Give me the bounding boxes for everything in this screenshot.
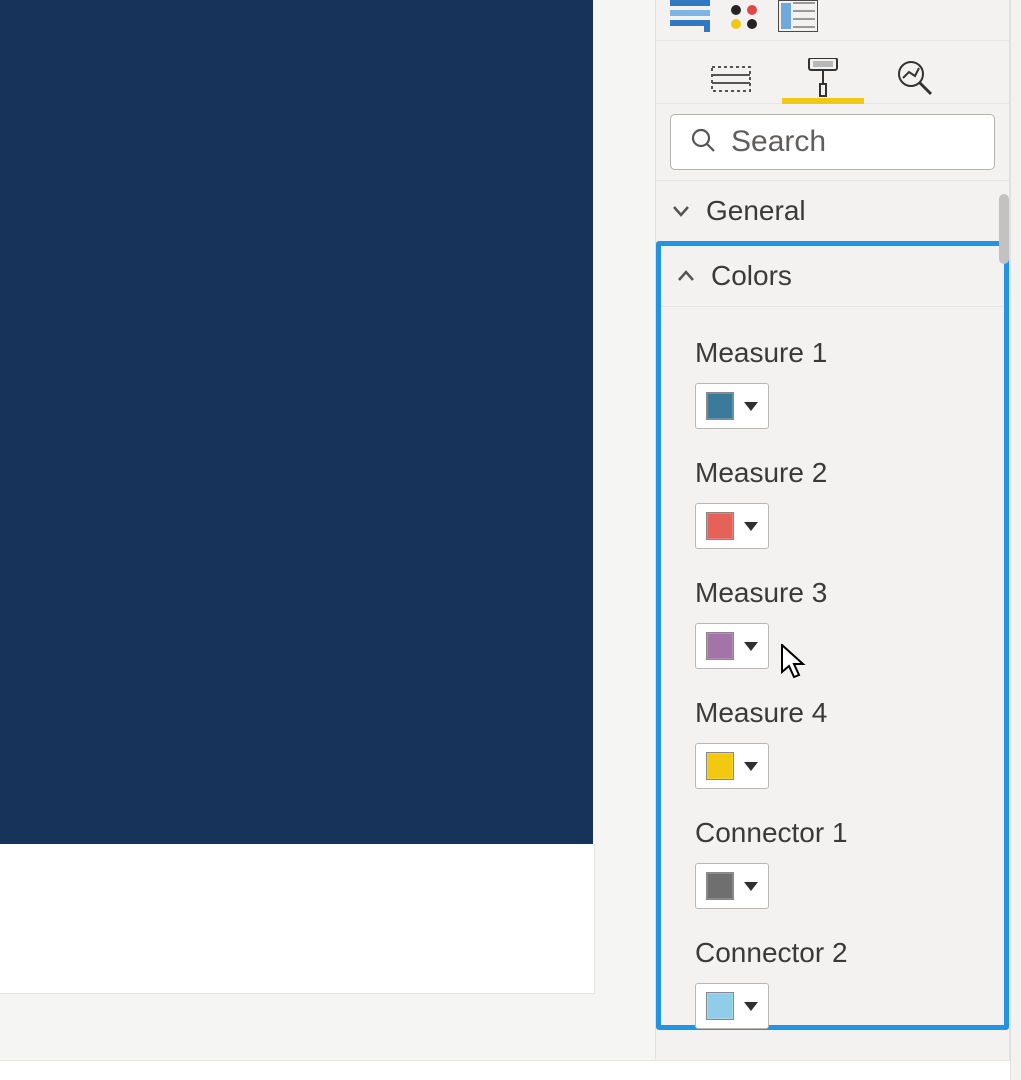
active-tab-underline bbox=[782, 98, 864, 104]
search-icon bbox=[689, 126, 717, 159]
color-label: Measure 3 bbox=[695, 577, 1004, 609]
panel-scrollbar[interactable] bbox=[999, 194, 1009, 264]
collapsed-pane-rail[interactable] bbox=[1010, 0, 1021, 1080]
color-picker-connector-2[interactable] bbox=[695, 983, 769, 1029]
color-label: Measure 2 bbox=[695, 457, 1004, 489]
color-list: Measure 1 Measure 2 Measure 3 bbox=[661, 307, 1004, 1025]
visualizations-format-panel: General Colors Measure 1 Measure 2 bbox=[655, 0, 1010, 1060]
color-item-connector-2: Connector 2 bbox=[661, 913, 1004, 1025]
color-picker-measure-3[interactable] bbox=[695, 623, 769, 669]
color-label: Connector 2 bbox=[695, 937, 1004, 969]
search-input[interactable] bbox=[729, 124, 976, 160]
chevron-up-icon bbox=[675, 265, 697, 287]
color-item-measure-1: Measure 1 bbox=[661, 313, 1004, 433]
color-item-connector-1: Connector 1 bbox=[661, 793, 1004, 913]
caret-down-icon bbox=[744, 642, 758, 651]
caret-down-icon bbox=[744, 1002, 758, 1011]
color-picker-connector-1[interactable] bbox=[695, 863, 769, 909]
color-picker-measure-2[interactable] bbox=[695, 503, 769, 549]
format-icon bbox=[805, 58, 841, 98]
color-label: Connector 1 bbox=[695, 817, 1004, 849]
search-box[interactable] bbox=[670, 114, 995, 170]
section-colors-highlight: Colors Measure 1 Measure 2 Measure 3 bbox=[656, 241, 1009, 1030]
color-swatch bbox=[706, 392, 734, 420]
color-swatch bbox=[706, 752, 734, 780]
visual-type-table-icon[interactable] bbox=[778, 0, 818, 32]
bottom-strip bbox=[0, 1060, 1021, 1080]
color-label: Measure 1 bbox=[695, 337, 1004, 369]
section-label: Colors bbox=[711, 260, 792, 292]
format-tabs bbox=[656, 41, 1009, 104]
visual-gallery-row bbox=[656, 0, 1009, 41]
caret-down-icon bbox=[744, 402, 758, 411]
tab-format[interactable] bbox=[798, 53, 848, 103]
color-item-measure-2: Measure 2 bbox=[661, 433, 1004, 553]
section-general[interactable]: General bbox=[656, 181, 1009, 241]
color-swatch bbox=[706, 992, 734, 1020]
fields-icon bbox=[711, 61, 751, 95]
color-swatch bbox=[706, 512, 734, 540]
section-label: General bbox=[706, 195, 806, 227]
color-item-measure-4: Measure 4 bbox=[661, 673, 1004, 793]
color-swatch bbox=[706, 632, 734, 660]
color-item-measure-3: Measure 3 bbox=[661, 553, 1004, 673]
analytics-icon bbox=[895, 58, 935, 98]
tab-analytics[interactable] bbox=[890, 53, 940, 103]
search-container bbox=[656, 104, 1009, 181]
visual-type-matrix-icon[interactable] bbox=[670, 0, 710, 32]
color-picker-measure-4[interactable] bbox=[695, 743, 769, 789]
section-colors[interactable]: Colors bbox=[661, 246, 1004, 307]
color-label: Measure 4 bbox=[695, 697, 1004, 729]
tab-fields[interactable] bbox=[706, 53, 756, 103]
visual-type-donut-icon[interactable] bbox=[724, 0, 764, 32]
color-picker-measure-1[interactable] bbox=[695, 383, 769, 429]
color-swatch bbox=[706, 872, 734, 900]
caret-down-icon bbox=[744, 882, 758, 891]
caret-down-icon bbox=[744, 762, 758, 771]
caret-down-icon bbox=[744, 522, 758, 531]
canvas-below-area bbox=[0, 844, 595, 994]
chevron-down-icon bbox=[670, 200, 692, 222]
report-canvas[interactable] bbox=[0, 0, 593, 844]
